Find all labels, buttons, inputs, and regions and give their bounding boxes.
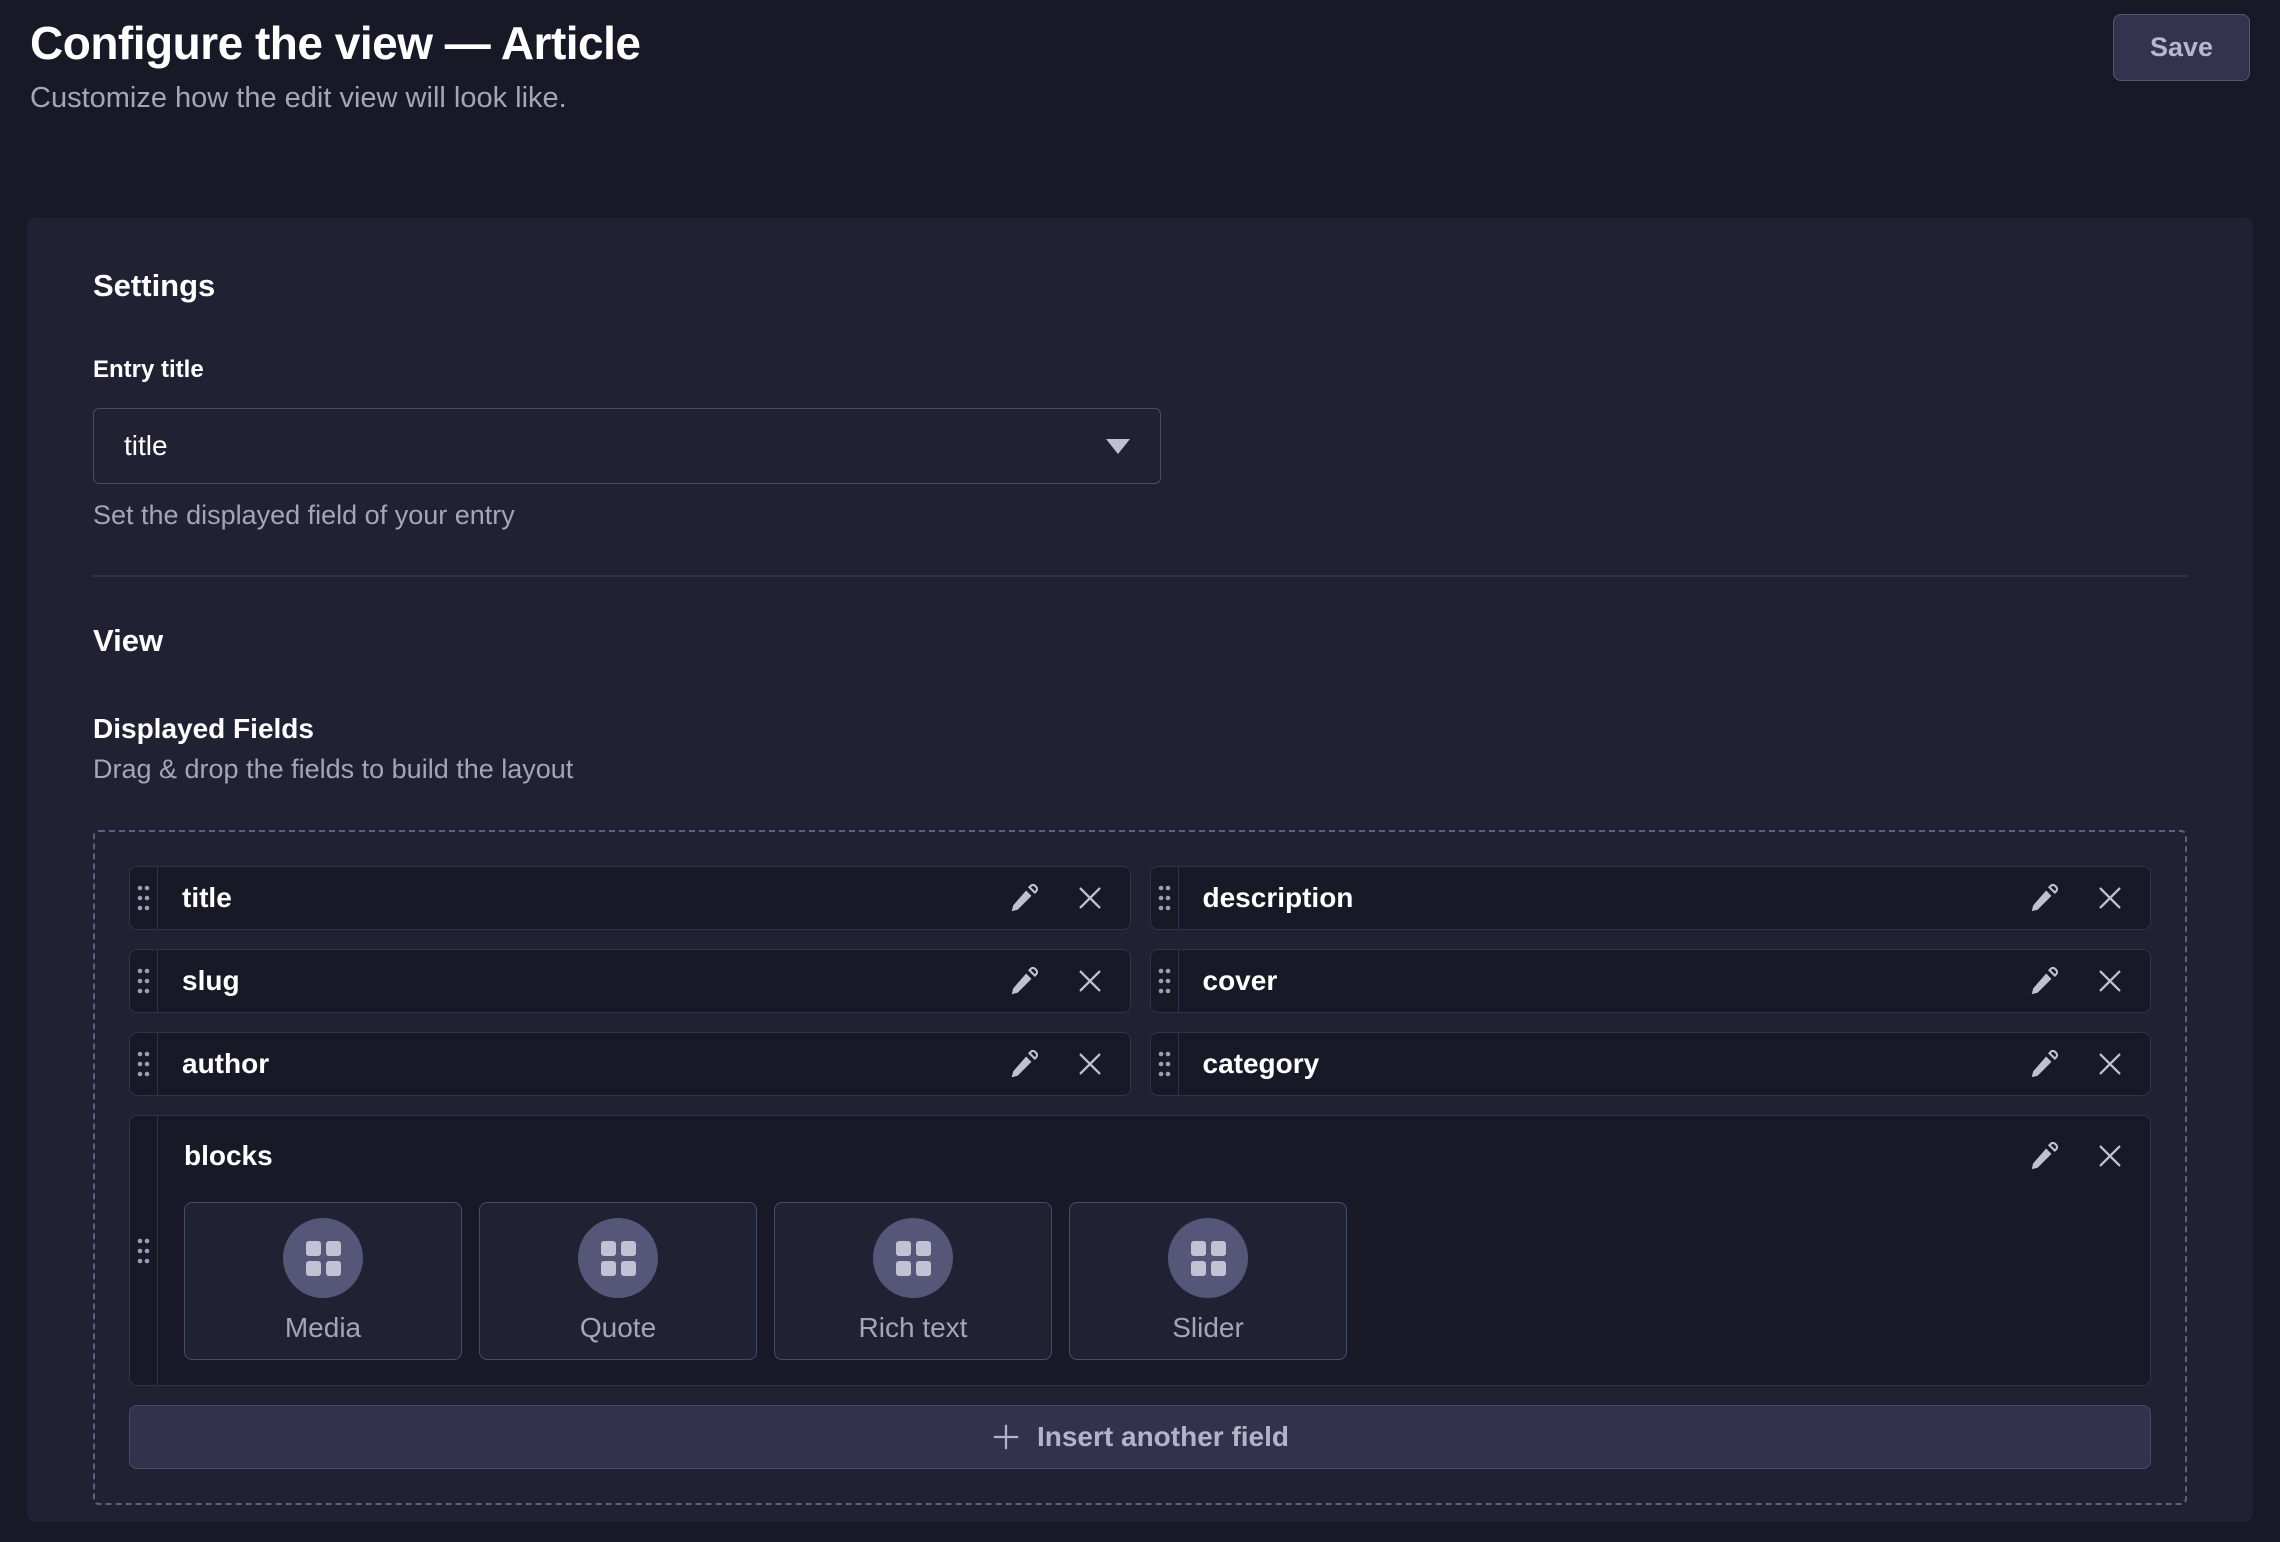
- field-row-author: author: [129, 1032, 1131, 1096]
- fields-grid: title description: [129, 866, 2151, 1386]
- close-icon: [2096, 884, 2124, 912]
- insert-field-label: Insert another field: [1037, 1421, 1289, 1453]
- close-icon: [2096, 967, 2124, 995]
- field-row-cover: cover: [1150, 949, 2152, 1013]
- drag-handle[interactable]: [130, 950, 158, 1012]
- field-label: blocks: [184, 1140, 273, 1172]
- edit-field-button[interactable]: [2028, 1140, 2060, 1172]
- component-card-quote[interactable]: Quote: [479, 1202, 757, 1360]
- edit-field-button[interactable]: [2028, 1048, 2060, 1080]
- grid-icon: [1191, 1241, 1226, 1276]
- component-label: Media: [285, 1312, 361, 1344]
- field-label: description: [1203, 882, 2029, 914]
- drag-handle[interactable]: [130, 1033, 158, 1095]
- edit-field-button[interactable]: [1008, 882, 1040, 914]
- close-icon: [1076, 884, 1104, 912]
- grip-icon: [136, 1049, 151, 1079]
- component-label: Quote: [580, 1312, 656, 1344]
- pencil-icon: [1008, 1048, 1040, 1080]
- pencil-icon: [2028, 1140, 2060, 1172]
- component-label: Rich text: [859, 1312, 968, 1344]
- entry-title-select[interactable]: title: [93, 408, 1161, 484]
- remove-field-button[interactable]: [1076, 1050, 1104, 1078]
- pencil-icon: [2028, 1048, 2060, 1080]
- pencil-icon: [2028, 882, 2060, 914]
- edit-field-button[interactable]: [1008, 965, 1040, 997]
- page-subtitle: Customize how the edit view will look li…: [30, 82, 2250, 115]
- chevron-down-icon: [1106, 439, 1130, 454]
- settings-heading: Settings: [93, 268, 2187, 304]
- close-icon: [2096, 1142, 2124, 1170]
- grip-icon: [1157, 966, 1172, 996]
- component-card-rich-text[interactable]: Rich text: [774, 1202, 1052, 1360]
- fields-dropzone: title description: [93, 830, 2187, 1505]
- field-label: author: [182, 1048, 1008, 1080]
- save-button[interactable]: Save: [2113, 14, 2250, 81]
- drag-handle[interactable]: [130, 1116, 158, 1385]
- close-icon: [1076, 967, 1104, 995]
- field-row-category: category: [1150, 1032, 2152, 1096]
- component-label: Slider: [1172, 1312, 1244, 1344]
- field-row-description: description: [1150, 866, 2152, 930]
- grid-icon: [601, 1241, 636, 1276]
- entry-title-selected-value: title: [124, 430, 168, 462]
- field-label: title: [182, 882, 1008, 914]
- plus-icon: [991, 1422, 1021, 1452]
- grip-icon: [1157, 1049, 1172, 1079]
- edit-field-button[interactable]: [2028, 965, 2060, 997]
- field-label: category: [1203, 1048, 2029, 1080]
- configuration-panel: Settings Entry title title Set the displ…: [27, 218, 2253, 1522]
- page-title: Configure the view — Article: [30, 16, 2250, 70]
- remove-field-button[interactable]: [2096, 884, 2124, 912]
- remove-field-button[interactable]: [1076, 967, 1104, 995]
- remove-field-button[interactable]: [2096, 967, 2124, 995]
- field-label: cover: [1203, 965, 2029, 997]
- component-list: Media Quote Rich text Slider: [184, 1202, 2124, 1360]
- drag-handle[interactable]: [1151, 867, 1179, 929]
- field-row-blocks: blocks Media Quote: [129, 1115, 2151, 1386]
- remove-field-button[interactable]: [2096, 1050, 2124, 1078]
- grip-icon: [1157, 883, 1172, 913]
- grid-icon: [896, 1241, 931, 1276]
- drag-handle[interactable]: [130, 867, 158, 929]
- entry-title-hint: Set the displayed field of your entry: [93, 500, 2187, 531]
- grid-icon: [306, 1241, 341, 1276]
- pencil-icon: [1008, 965, 1040, 997]
- grip-icon: [136, 883, 151, 913]
- field-row-title: title: [129, 866, 1131, 930]
- remove-field-button[interactable]: [2096, 1142, 2124, 1170]
- insert-field-button[interactable]: Insert another field: [129, 1405, 2151, 1469]
- drag-handle[interactable]: [1151, 950, 1179, 1012]
- field-row-slug: slug: [129, 949, 1131, 1013]
- remove-field-button[interactable]: [1076, 884, 1104, 912]
- grip-icon: [136, 966, 151, 996]
- section-divider: [93, 575, 2187, 577]
- displayed-fields-label: Displayed Fields: [93, 713, 2187, 745]
- pencil-icon: [2028, 965, 2060, 997]
- component-card-media[interactable]: Media: [184, 1202, 462, 1360]
- component-card-slider[interactable]: Slider: [1069, 1202, 1347, 1360]
- edit-field-button[interactable]: [2028, 882, 2060, 914]
- pencil-icon: [1008, 882, 1040, 914]
- view-heading: View: [93, 623, 2187, 659]
- entry-title-label: Entry title: [93, 356, 2187, 384]
- edit-field-button[interactable]: [1008, 1048, 1040, 1080]
- grip-icon: [136, 1236, 151, 1266]
- close-icon: [1076, 1050, 1104, 1078]
- page-header: Configure the view — Article Customize h…: [0, 0, 2280, 218]
- close-icon: [2096, 1050, 2124, 1078]
- field-label: slug: [182, 965, 1008, 997]
- drag-handle[interactable]: [1151, 1033, 1179, 1095]
- displayed-fields-hint: Drag & drop the fields to build the layo…: [93, 754, 2187, 785]
